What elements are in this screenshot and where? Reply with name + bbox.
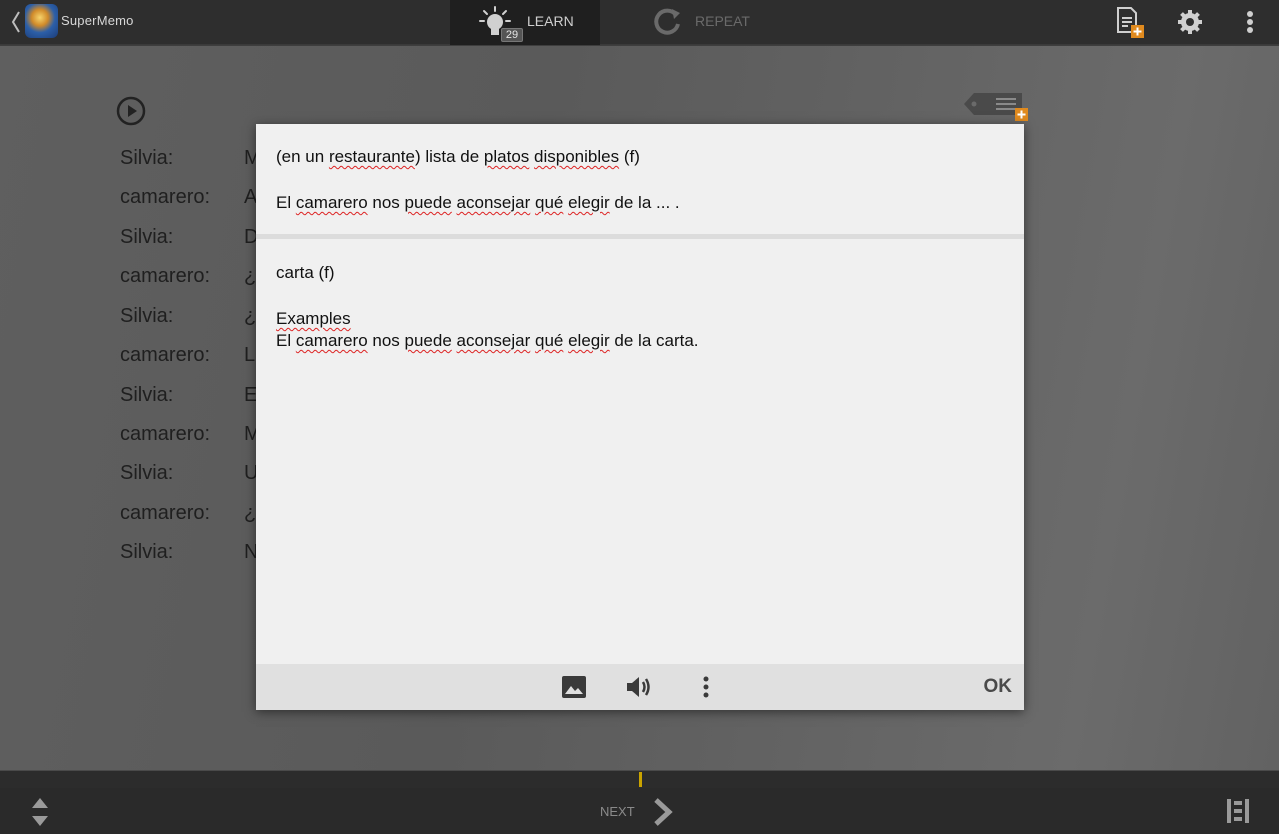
- modal-footer: OK: [256, 664, 1024, 710]
- back-chevron-icon[interactable]: [10, 9, 22, 35]
- image-icon[interactable]: [560, 674, 588, 700]
- question-line: (en un restaurante) lista de platos disp…: [276, 147, 640, 166]
- bottom-bar: NEXT: [0, 788, 1279, 834]
- question-example-line: El camarero nos puede aconsejar qué eleg…: [276, 193, 680, 212]
- progress-marker: [639, 772, 642, 787]
- dialog-text: L: [244, 344, 256, 366]
- dialog-text: ¿: [244, 265, 257, 287]
- card-edit-modal: (en un restaurante) lista de platos disp…: [256, 124, 1024, 710]
- dialog-speaker: Silvia:: [120, 384, 174, 406]
- up-down-icon[interactable]: [28, 796, 52, 828]
- progress-strip[interactable]: [0, 770, 1279, 788]
- next-label[interactable]: NEXT: [600, 804, 635, 819]
- more-vertical-icon[interactable]: [1234, 6, 1266, 38]
- tab-repeat-label: REPEAT: [695, 13, 750, 29]
- dialog-speaker: Silvia:: [120, 541, 174, 563]
- play-icon[interactable]: [116, 96, 146, 126]
- examples-label: Examples: [276, 309, 351, 328]
- dialog-speaker: camarero:: [120, 344, 211, 366]
- speaker-icon[interactable]: [625, 674, 653, 700]
- dialog-text: ¿: [244, 305, 257, 327]
- dialog-speaker: Silvia:: [120, 226, 174, 248]
- repeat-icon: [654, 8, 680, 35]
- app-logo[interactable]: [25, 4, 58, 38]
- tag-add-icon[interactable]: [962, 91, 1030, 121]
- answer-word[interactable]: carta (f): [276, 263, 335, 283]
- dialog-speaker: Silvia:: [120, 305, 174, 327]
- dialog-speaker: Silvia:: [120, 147, 174, 169]
- dialog-speaker: camarero:: [120, 502, 211, 524]
- chevron-right-icon[interactable]: [651, 797, 675, 827]
- answer-example-line: El camarero nos puede aconsejar qué eleg…: [276, 331, 699, 350]
- app-name: SuperMemo: [61, 13, 134, 28]
- top-bar: SuperMemo 29 LEARN REPEAT: [0, 0, 1279, 45]
- more-vertical-icon[interactable]: [692, 674, 720, 700]
- list-icon[interactable]: [1224, 796, 1254, 826]
- tab-learn[interactable]: 29 LEARN: [450, 0, 600, 45]
- question-section[interactable]: (en un restaurante) lista de platos disp…: [256, 124, 1024, 234]
- learn-count-badge: 29: [501, 28, 523, 42]
- dialog-speaker: camarero:: [120, 265, 211, 287]
- qa-separator: [256, 234, 1024, 239]
- add-page-icon[interactable]: [1114, 6, 1146, 38]
- dialog-text: ¿: [244, 502, 257, 524]
- dialog-speaker: camarero:: [120, 423, 211, 445]
- dialog-speaker: camarero:: [120, 186, 211, 208]
- dialog-speaker: Silvia:: [120, 462, 174, 484]
- gear-icon[interactable]: [1174, 6, 1206, 38]
- tab-learn-label: LEARN: [527, 13, 574, 29]
- ok-button[interactable]: OK: [984, 676, 1013, 698]
- tab-repeat[interactable]: REPEAT: [650, 0, 790, 45]
